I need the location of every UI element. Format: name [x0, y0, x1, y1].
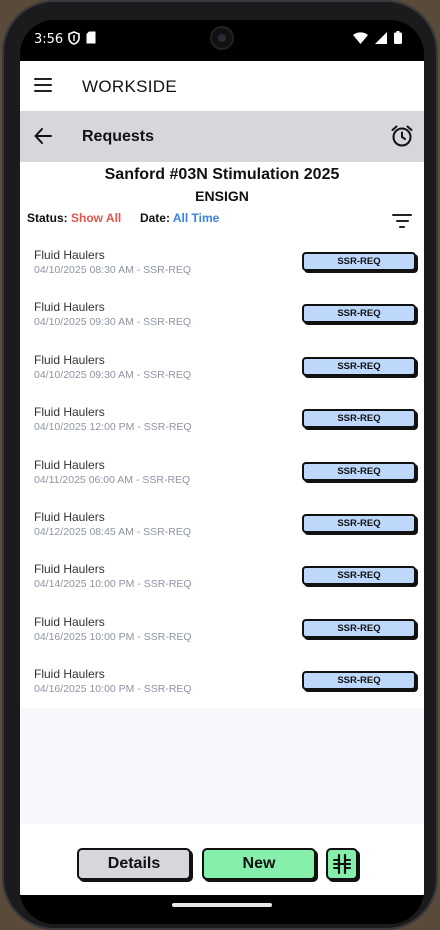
arrow-left-icon[interactable] [34, 127, 52, 145]
list-item[interactable]: Fluid Haulers 04/12/2025 08:45 AM - SSR-R… [20, 498, 424, 550]
screen: 3:56 WORKSIDE Requests Sanford #03N Stim… [20, 20, 424, 924]
status-badge[interactable]: SSR-REQ [302, 356, 416, 376]
list-item[interactable]: Fluid Haulers 04/10/2025 09:30 AM - SSR-R… [20, 288, 424, 340]
status-badge[interactable]: SSR-REQ [302, 304, 416, 324]
details-button[interactable]: Details [77, 848, 191, 880]
request-subtitle: 04/10/2025 09:30 AM - SSR-REQ [34, 368, 192, 381]
request-subtitle: 04/16/2025 10:00 PM - SSR-REQ [34, 630, 192, 643]
app-title: WORKSIDE [82, 77, 177, 96]
request-title: Fluid Haulers [34, 248, 105, 262]
list-item[interactable]: Fluid Haulers 04/10/2025 09:30 AM - SSR-R… [20, 341, 424, 393]
request-title: Fluid Haulers [34, 614, 105, 629]
app-bar: WORKSIDE [20, 61, 424, 111]
request-subtitle: 04/14/2025 10:00 PM - SSR-REQ [34, 578, 192, 591]
request-subtitle: 04/10/2025 12:00 PM - SSR-REQ [34, 421, 192, 434]
list-item[interactable]: Fluid Haulers 04/14/2025 10:00 PM - SSR-R… [20, 550, 424, 602]
project-title: Sanford #03N Stimulation 2025 [104, 166, 340, 183]
request-title: Fluid Haulers [34, 405, 105, 420]
list-empty-space [20, 708, 424, 824]
front-camera [210, 26, 234, 50]
battery-icon [394, 31, 402, 44]
date-filter-value[interactable]: All Time [173, 211, 219, 225]
list-item[interactable]: Fluid Haulers 04/10/2025 12:00 PM - SSR-R… [20, 393, 424, 445]
request-subtitle: 04/11/2025 06:00 AM - SSR-REQ [34, 473, 191, 486]
request-title: Fluid Haulers [34, 352, 105, 367]
filter-summary: Status: Show All Date: All Time [27, 211, 219, 225]
status-badge[interactable]: SSR-REQ [302, 461, 416, 481]
signal-icon [375, 31, 387, 44]
status-badge[interactable]: SSR-REQ [302, 671, 416, 691]
app-container: WORKSIDE Requests Sanford #03N Stimulati… [20, 61, 424, 895]
list-item[interactable]: Fluid Haulers 04/11/2025 06:00 AM - SSR-R… [20, 446, 424, 498]
new-button[interactable]: New [202, 848, 316, 880]
home-indicator[interactable] [172, 903, 272, 907]
list-item[interactable]: Fluid Haulers 04/16/2025 10:00 PM - SSR-R… [20, 655, 424, 707]
status-badge[interactable]: SSR-REQ [302, 252, 416, 271]
list-item[interactable]: Fluid Haulers 04/10/2025 08:30 AM - SSR-R… [20, 236, 424, 288]
alarm-clock-icon[interactable] [390, 124, 414, 148]
date-filter-label: Date: [139, 211, 170, 225]
request-title: Fluid Haulers [34, 562, 105, 577]
status-filter-label: Status: [27, 211, 68, 225]
sd-card-icon [86, 31, 96, 44]
request-title: Fluid Haulers [34, 667, 105, 682]
sub-header: Requests [20, 111, 424, 162]
phone-frame: 3:56 WORKSIDE Requests Sanford #03N Stim… [2, 0, 438, 930]
request-list: Fluid Haulers 04/10/2025 08:30 AM - SSR-R… [20, 236, 424, 708]
list-item[interactable]: Fluid Haulers 04/16/2025 10:00 PM - SSR-R… [20, 603, 424, 655]
footer-actions: Details New [20, 824, 424, 895]
status-time: 3:56 [34, 32, 64, 47]
status-filter-value[interactable]: Show All [71, 211, 121, 225]
request-title: Fluid Haulers [34, 509, 105, 524]
page-title: Requests [82, 128, 155, 145]
columns-split-button[interactable] [326, 848, 358, 880]
status-badge[interactable]: SSR-REQ [302, 566, 416, 586]
request-subtitle: 04/10/2025 08:30 AM - SSR-REQ [34, 264, 192, 276]
filter-lines-icon[interactable] [392, 214, 412, 230]
status-badge[interactable]: SSR-REQ [302, 618, 416, 638]
request-subtitle: 04/10/2025 09:30 AM - SSR-REQ [34, 316, 192, 329]
status-badge[interactable]: SSR-REQ [302, 409, 416, 429]
status-bar: 3:56 [20, 20, 424, 60]
status-badge[interactable]: SSR-REQ [302, 513, 416, 533]
hamburger-icon[interactable] [34, 78, 52, 92]
project-company: ENSIGN [195, 188, 249, 204]
request-subtitle: 04/16/2025 10:00 PM - SSR-REQ [34, 683, 192, 696]
columns-split-icon [333, 854, 351, 874]
request-title: Fluid Haulers [34, 457, 105, 472]
request-subtitle: 04/12/2025 08:45 AM - SSR-REQ [34, 525, 192, 538]
system-nav-bar [20, 895, 424, 924]
wifi-icon [353, 31, 368, 44]
request-title: Fluid Haulers [34, 300, 105, 315]
shield-icon [68, 31, 80, 45]
